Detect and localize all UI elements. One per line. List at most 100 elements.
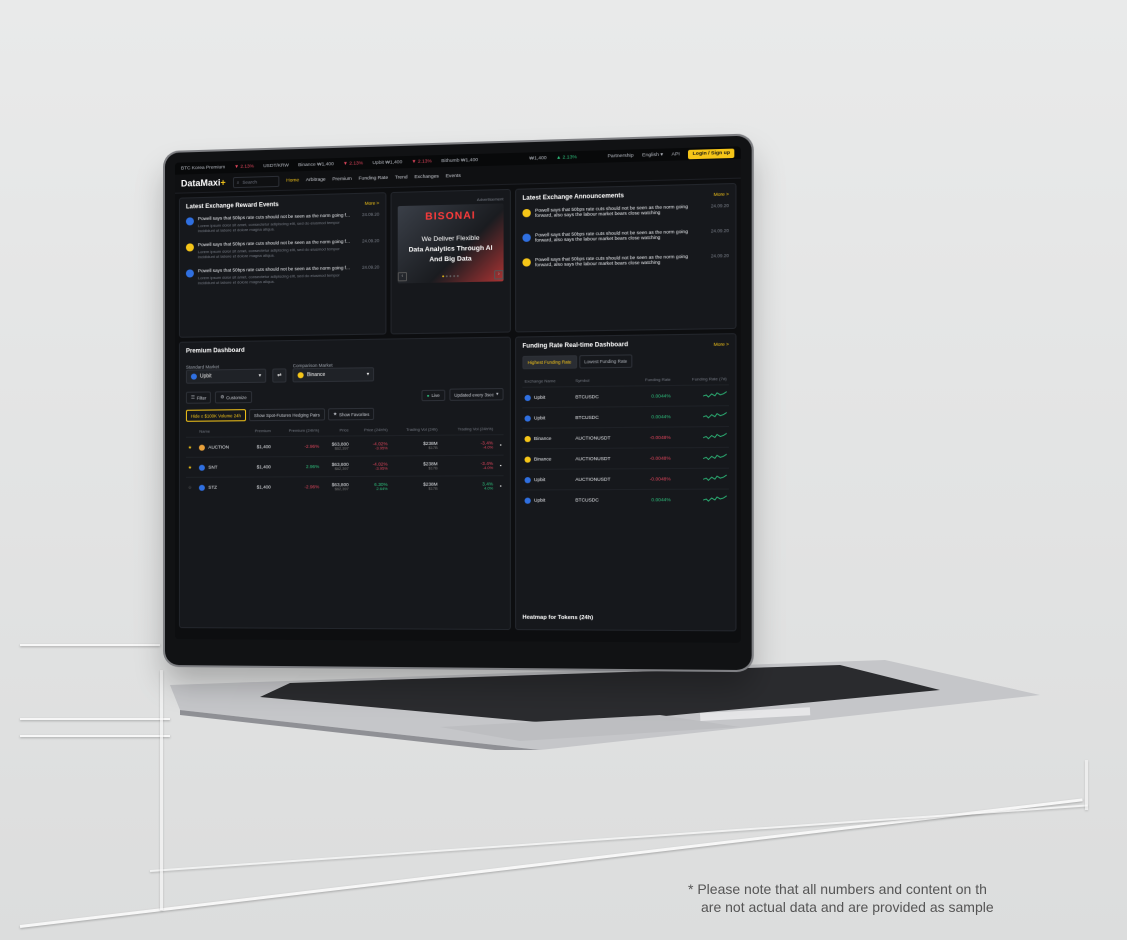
standard-market-value: Upbit xyxy=(200,373,212,379)
update-interval-select[interactable]: Updated every 3sec ▾ xyxy=(449,388,504,401)
col-header[interactable]: Name xyxy=(197,425,244,437)
favorite-star-icon[interactable]: ★ xyxy=(186,437,197,457)
sparkline-cell xyxy=(673,489,729,509)
announcement-item[interactable]: Powell says that 50bps rate cuts should … xyxy=(522,253,729,268)
nav-arbitrage[interactable]: Arbitrage xyxy=(306,178,326,184)
exchange-cell: Upbit xyxy=(522,490,573,510)
nav-home[interactable]: Home xyxy=(286,178,299,183)
funding-rate-cell: 0.0044% xyxy=(630,406,673,427)
funding-rate-cell: -0.0048% xyxy=(630,427,673,448)
col-header[interactable]: Price xyxy=(321,424,350,436)
col-header[interactable]: Premium xyxy=(245,425,273,437)
symbol-cell: BTCUSDC xyxy=(573,407,630,428)
customize-icon: ⚙ xyxy=(220,394,224,400)
chart-icon[interactable]: ▪ xyxy=(495,455,503,476)
spot-futures-chip[interactable]: Show Spot-Futures Hedging Pairs xyxy=(249,408,325,421)
premium-cell: $1,400 xyxy=(245,437,273,457)
center-change: ▲ 2.13% xyxy=(556,155,577,161)
login-button[interactable]: Login / Sign up xyxy=(688,148,734,159)
exchange-name: Upbit xyxy=(534,497,545,502)
upbit-change: ▼ 2.13% xyxy=(412,159,432,165)
favorite-star-icon[interactable]: ☆ xyxy=(186,477,197,497)
partnership-link[interactable]: Partnership xyxy=(607,153,633,159)
reward-event-item[interactable]: Powell says that 50bps rate cuts should … xyxy=(186,238,379,259)
table-row[interactable]: Upbit BTCUSDC 0.0044% xyxy=(522,385,729,408)
price-sub: $62,397 xyxy=(323,447,348,451)
announcements-more-link[interactable]: More > xyxy=(714,191,729,197)
center-price: ₩1,400 xyxy=(529,156,546,162)
announcement-item[interactable]: Powell says that 50bps rate cuts should … xyxy=(522,228,729,243)
token-name-cell: AUCTION xyxy=(197,437,244,457)
table-row[interactable]: Upbit BTCUSDC 0.0044% xyxy=(522,489,729,510)
carousel-next-icon[interactable]: › xyxy=(494,270,503,279)
filter-button[interactable]: ☰ Filter xyxy=(186,391,211,403)
col-header[interactable]: Trading Vol (24h) xyxy=(390,423,440,435)
reward-events-more-link[interactable]: More > xyxy=(365,200,380,205)
show-favorites-chip[interactable]: ★ Show Favorites xyxy=(328,408,375,421)
chart-icon[interactable]: ▪ xyxy=(495,476,503,496)
comparison-market-select[interactable]: Binance ▾ xyxy=(293,367,375,382)
reward-events-list: Powell says that 50bps rate cuts should … xyxy=(186,212,379,286)
col-funding-rate: Funding Rate xyxy=(630,374,673,386)
premium-table-body: ★ AUCTION $1,400 -2.96% $63,800 $62,397 -4.02%… xyxy=(186,435,504,497)
announcement-date: 24.09.20 xyxy=(711,203,729,214)
logo[interactable]: DataMaxi+ xyxy=(181,177,226,188)
exchange-logo-icon xyxy=(186,243,194,251)
col-header[interactable]: Price (24h%) xyxy=(351,424,390,436)
nav-premium[interactable]: Premium xyxy=(332,177,352,183)
standard-market-select[interactable]: Upbit ▾ xyxy=(186,369,266,384)
premium-pct-cell: -2.96% xyxy=(273,477,321,497)
reward-event-date: 24.09.20 xyxy=(362,264,379,282)
live-badge[interactable]: ● Live xyxy=(422,389,445,400)
sparkline-cell xyxy=(673,427,729,448)
screen: BTC Korea Premium ▼ 2.13% USDT/KRW Binan… xyxy=(175,146,741,643)
announcement-item[interactable]: Powell says that 50bps rate cuts should … xyxy=(522,203,729,218)
reward-event-item[interactable]: Powell says that 50bps rate cuts should … xyxy=(186,264,379,285)
advertisement-banner[interactable]: BISONAI We Deliver Flexible Data Analyti… xyxy=(398,203,504,283)
funding-rate-cell: -0.0048% xyxy=(630,469,673,490)
table-row[interactable]: Binance AUCTIONUSDT -0.0048% xyxy=(522,447,729,469)
search-input[interactable]: ⌕ Search xyxy=(233,175,279,187)
funding-rate-title: Funding Rate Real-time Dashboard xyxy=(522,342,628,350)
reward-event-item[interactable]: Powell says that 50bps rate cuts should … xyxy=(186,212,379,234)
funding-sparkline xyxy=(703,495,727,503)
upbit-logo-icon xyxy=(191,374,197,380)
tab-highest-funding-rate[interactable]: Highest Funding Rate xyxy=(522,355,576,369)
symbol-cell: AUCTIONUSDT xyxy=(573,469,630,490)
favorite-star-icon[interactable]: ★ xyxy=(186,457,197,477)
nav-events[interactable]: Events xyxy=(446,174,461,180)
sparkline-cell xyxy=(673,385,729,406)
table-row[interactable]: Upbit BTCUSDC 0.0044% xyxy=(522,406,729,429)
exchange-cell: Upbit xyxy=(522,469,573,490)
funding-sparkline xyxy=(703,432,727,441)
language-select[interactable]: English ▾ xyxy=(642,152,663,158)
funding-sparkline xyxy=(703,411,727,420)
volume-pct-cell: 3.4% 4.0% xyxy=(440,476,496,496)
reward-events-card: Latest Exchange Reward Events More > Powe… xyxy=(179,192,386,338)
nav-funding-rate[interactable]: Funding Rate xyxy=(359,176,389,182)
funding-rate-more-link[interactable]: More > xyxy=(714,341,729,346)
col-exchange-name: Exchange Name xyxy=(522,375,573,387)
api-link[interactable]: API xyxy=(671,152,679,157)
swap-markets-button[interactable]: ⇄ xyxy=(272,368,286,382)
exchange-logo-icon xyxy=(525,394,531,400)
nav-trend[interactable]: Trend xyxy=(395,175,408,180)
table-row[interactable]: ☆ STZ $1,400 -2.96% $63,800 $62,397 6.30% 2.64%… xyxy=(186,476,504,497)
table-row[interactable]: ★ AUCTION $1,400 -2.96% $63,800 $62,397 -4.02%… xyxy=(186,435,504,458)
tab-lowest-funding-rate[interactable]: Lowest Funding Rate xyxy=(579,354,633,368)
exchange-cell: Binance xyxy=(522,449,573,470)
table-row[interactable]: Upbit AUCTIONUSDT -0.0048% xyxy=(522,468,729,490)
funding-rate-card: Funding Rate Real-time Dashboard More > H… xyxy=(515,333,736,631)
table-row[interactable]: ★ SNT $1,400 2.96% $63,800 $62,397 -4.02% -3.95… xyxy=(186,455,504,477)
funding-rate-table-body: Upbit BTCUSDC 0.0044% Upbit BTCUSDC 0.0044% Bi… xyxy=(522,385,729,510)
col-header[interactable]: Premium (24h%) xyxy=(273,425,321,437)
hide-low-volume-chip[interactable]: Hide ≤ $100K Volume 24h xyxy=(186,409,246,422)
col-header[interactable]: Trading Vol (24h%) xyxy=(440,423,496,435)
announcement-text: Powell says that 50bps rate cuts should … xyxy=(535,228,707,242)
table-row[interactable]: Binance AUCTIONUSDT -0.0048% xyxy=(522,427,729,449)
exchange-logo-icon xyxy=(525,415,531,421)
nav-exchanges[interactable]: Exchanges xyxy=(414,174,439,180)
chart-icon[interactable]: ▪ xyxy=(495,435,503,456)
ad-brand: BISONAI xyxy=(398,210,504,224)
customize-button[interactable]: ⚙ Customize xyxy=(215,391,251,403)
